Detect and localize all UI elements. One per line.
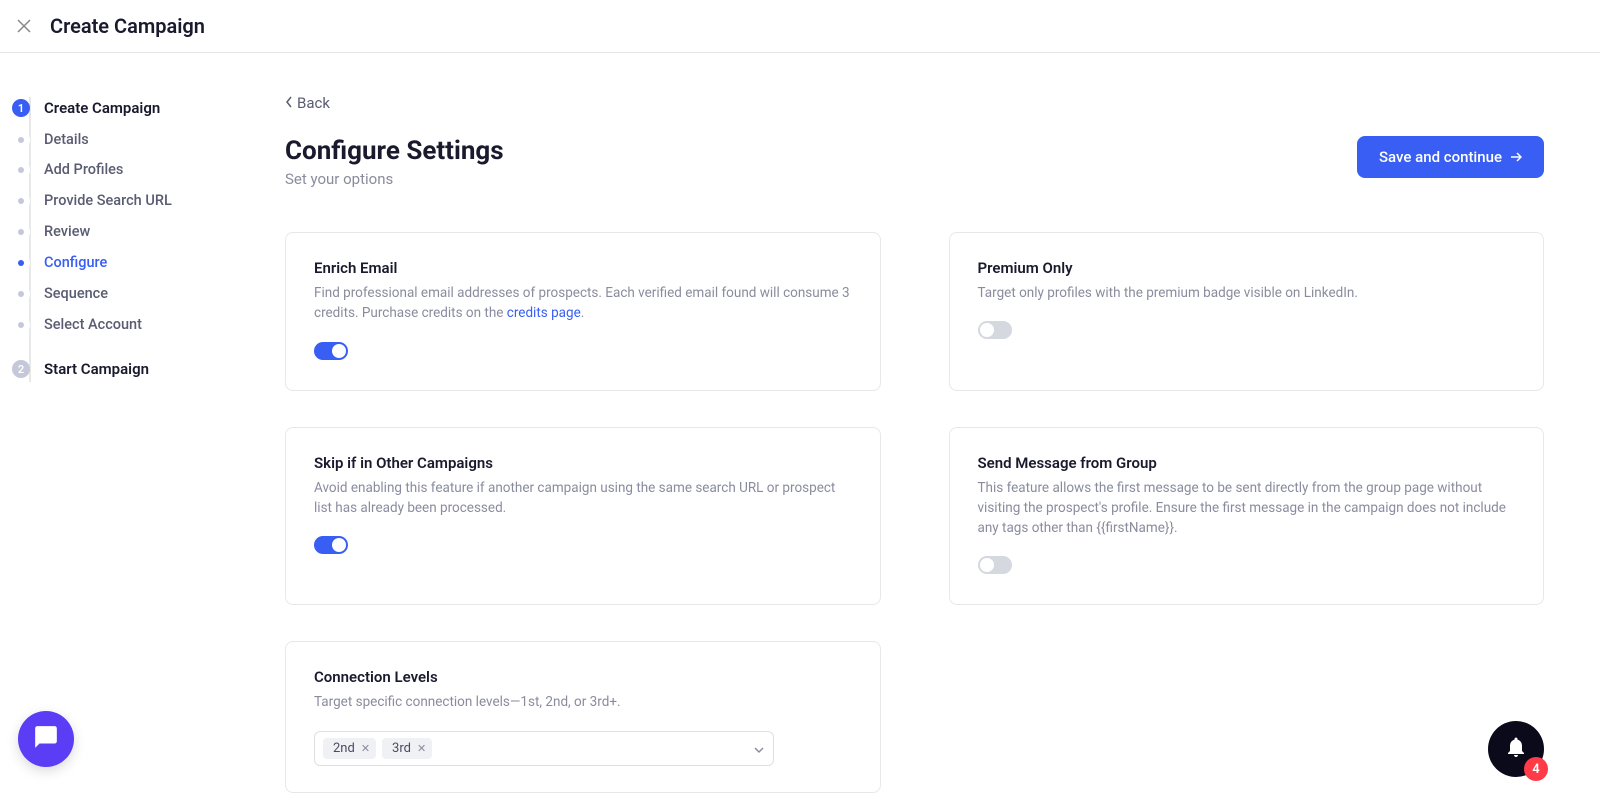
card-skip-other-campaigns: Skip if in Other Campaigns Avoid enablin… bbox=[285, 427, 881, 606]
card-title: Connection Levels bbox=[314, 668, 852, 686]
card-title: Skip if in Other Campaigns bbox=[314, 454, 852, 472]
toggle-send-from-group[interactable] bbox=[978, 556, 1012, 574]
step-dot-icon bbox=[12, 285, 30, 303]
card-desc-text: . bbox=[581, 305, 585, 321]
step-start-campaign[interactable]: 2 Start Campaign bbox=[10, 354, 265, 386]
connection-levels-select[interactable]: 2nd ✕ 3rd ✕ bbox=[314, 731, 774, 766]
sidebar-item-add-profiles[interactable]: Add Profiles bbox=[10, 155, 265, 186]
sidebar-item-review[interactable]: Review bbox=[10, 217, 265, 248]
sidebar-item-label: Details bbox=[44, 131, 89, 150]
step-dot-icon bbox=[12, 192, 30, 210]
toggle-skip-campaigns[interactable] bbox=[314, 536, 348, 554]
step-dot-icon bbox=[12, 316, 30, 334]
chat-icon bbox=[33, 724, 59, 754]
sidebar-item-details[interactable]: Details bbox=[10, 125, 265, 156]
sidebar-item-label: Add Profiles bbox=[44, 161, 123, 180]
chat-widget-button[interactable] bbox=[18, 711, 74, 767]
step-dot-icon bbox=[12, 223, 30, 241]
toggle-premium-only[interactable] bbox=[978, 321, 1012, 339]
sidebar-item-configure[interactable]: Configure bbox=[10, 248, 265, 279]
step-dot-icon bbox=[12, 161, 30, 179]
chevron-down-icon bbox=[753, 739, 765, 758]
card-premium-only: Premium Only Target only profiles with t… bbox=[949, 232, 1545, 391]
card-connection-levels: Connection Levels Target specific connec… bbox=[285, 641, 881, 792]
card-send-from-group: Send Message from Group This feature all… bbox=[949, 427, 1545, 606]
step-number-1: 1 bbox=[12, 99, 30, 117]
bell-icon bbox=[1504, 735, 1528, 763]
tag-3rd: 3rd ✕ bbox=[382, 738, 432, 759]
notifications-button[interactable]: 4 bbox=[1488, 721, 1544, 777]
back-label: Back bbox=[297, 94, 330, 112]
sidebar-item-sequence[interactable]: Sequence bbox=[10, 279, 265, 310]
save-button-label: Save and continue bbox=[1379, 148, 1502, 166]
modal-title: Create Campaign bbox=[50, 14, 205, 38]
step-number-2: 2 bbox=[12, 360, 30, 378]
sidebar-item-label: Configure bbox=[44, 254, 107, 273]
page-subtitle: Set your options bbox=[285, 170, 504, 188]
card-description: Avoid enabling this feature if another c… bbox=[314, 478, 852, 519]
card-title: Send Message from Group bbox=[978, 454, 1516, 472]
sidebar-item-label: Select Account bbox=[44, 316, 142, 335]
tag-2nd: 2nd ✕ bbox=[323, 738, 376, 759]
page-title: Configure Settings bbox=[285, 136, 504, 166]
card-description: Target specific connection levels—1st, 2… bbox=[314, 692, 852, 712]
main-content: Back Configure Settings Set your options… bbox=[265, 53, 1600, 811]
arrow-right-icon bbox=[1510, 148, 1522, 166]
save-continue-button[interactable]: Save and continue bbox=[1357, 136, 1544, 178]
toggle-enrich-email[interactable] bbox=[314, 342, 348, 360]
modal-header: Create Campaign bbox=[0, 0, 1600, 53]
card-description: This feature allows the first message to… bbox=[978, 478, 1516, 539]
chevron-left-icon bbox=[285, 94, 293, 112]
card-title: Enrich Email bbox=[314, 259, 852, 277]
sidebar-item-label: Review bbox=[44, 223, 90, 242]
tag-label: 3rd bbox=[392, 741, 411, 756]
sidebar-item-label: Sequence bbox=[44, 285, 108, 304]
step-create-campaign[interactable]: 1 Create Campaign bbox=[10, 93, 265, 125]
step-label: Start Campaign bbox=[44, 360, 149, 380]
card-description: Target only profiles with the premium ba… bbox=[978, 283, 1516, 303]
card-enrich-email: Enrich Email Find professional email add… bbox=[285, 232, 881, 391]
back-link[interactable]: Back bbox=[285, 94, 330, 112]
card-title: Premium Only bbox=[978, 259, 1516, 277]
sidebar: 1 Create Campaign Details Add Profiles P… bbox=[0, 53, 265, 811]
step-label: Create Campaign bbox=[44, 99, 160, 119]
sidebar-item-select-account[interactable]: Select Account bbox=[10, 310, 265, 341]
credits-page-link[interactable]: credits page bbox=[507, 305, 581, 321]
sidebar-item-search-url[interactable]: Provide Search URL bbox=[10, 186, 265, 217]
tag-remove-icon[interactable]: ✕ bbox=[361, 742, 370, 755]
tag-remove-icon[interactable]: ✕ bbox=[417, 742, 426, 755]
close-icon[interactable] bbox=[16, 18, 32, 34]
step-dot-icon bbox=[12, 254, 30, 272]
notification-badge: 4 bbox=[1524, 757, 1548, 781]
step-dot-icon bbox=[12, 131, 30, 149]
sidebar-item-label: Provide Search URL bbox=[44, 192, 172, 211]
card-description: Find professional email addresses of pro… bbox=[314, 283, 852, 324]
tag-label: 2nd bbox=[333, 741, 355, 756]
